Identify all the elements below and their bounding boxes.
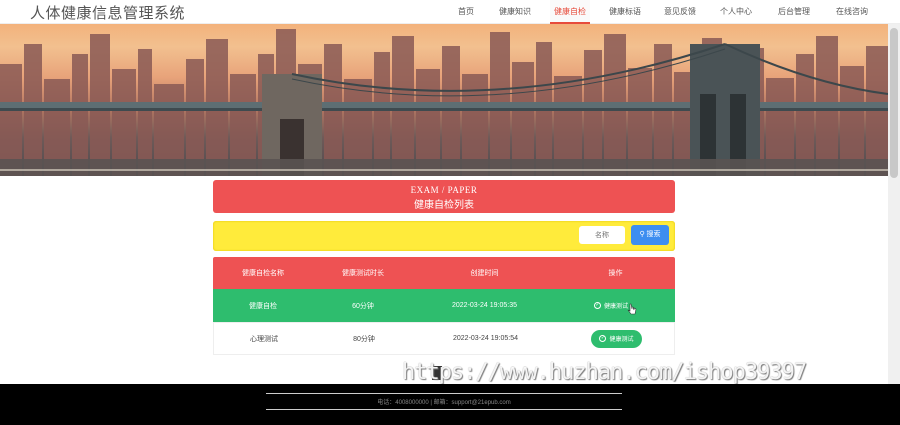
header-name: 健康自检名称	[242, 270, 284, 277]
table-row: 健康自检 60分钟 2022-03-24 19:05:35 ✓ 健康测试	[213, 289, 675, 322]
search-input[interactable]	[579, 226, 625, 244]
nav-item-online-consult[interactable]: 在线咨询	[830, 0, 874, 24]
row-name: 健康自检	[249, 302, 277, 310]
page-scrollbar[interactable]	[888, 24, 900, 384]
nav-item-health-knowledge[interactable]: 健康知识	[495, 0, 535, 24]
check-circle-icon: ✓	[593, 302, 601, 309]
footer-divider	[266, 409, 622, 410]
watermark-text: https://www.huzhan.com/ishop39397	[402, 360, 807, 385]
row-created: 2022-03-24 19:05:35	[452, 302, 517, 309]
search-bar: ⚲ 搜索	[213, 221, 675, 251]
cursor-icon	[627, 303, 637, 314]
row-name: 心理测试	[250, 335, 278, 343]
footer: 电话：4008000000 | 邮箱：support@21epub.com	[0, 384, 900, 425]
health-test-label: 健康测试	[603, 304, 628, 310]
nav-item-personal-center[interactable]: 个人中心	[716, 0, 756, 24]
footer-contact: 电话：4008000000 | 邮箱：support@21epub.com	[377, 400, 511, 406]
scrollbar-thumb[interactable]	[890, 28, 898, 178]
heading-chinese: 健康自检列表	[414, 200, 474, 211]
nav-item-health-slogans[interactable]: 健康标语	[605, 0, 645, 24]
health-test-button[interactable]: ✓ 健康测试	[586, 298, 645, 314]
top-nav-bar: 人体健康信息管理系统 首页 健康知识 健康自检 健康标语 意见反馈 个人中心 后…	[0, 0, 900, 24]
search-icon: ⚲	[639, 231, 645, 238]
row-duration: 60分钟	[352, 302, 374, 310]
section-heading: EXAM / PAPER 健康自检列表	[213, 180, 675, 213]
nav-item-admin[interactable]: 后台管理	[772, 0, 816, 24]
footer-divider	[266, 393, 622, 394]
header-action: 操作	[608, 270, 623, 277]
nav-item-health-self-check[interactable]: 健康自检	[550, 0, 590, 24]
self-check-table: 健康自检名称 健康测试时长 创建时间 操作 健康自检 60分钟 2022-03-…	[213, 257, 675, 355]
banner-cityscape	[0, 29, 888, 176]
banner-image	[0, 24, 888, 176]
row-duration: 80分钟	[353, 335, 375, 343]
header-created: 创建时间	[470, 270, 499, 277]
check-circle-icon: ✓	[599, 335, 607, 342]
row-created: 2022-03-24 19:05:54	[453, 335, 518, 342]
heading-english: EXAM / PAPER	[410, 185, 478, 195]
table-header: 健康自检名称 健康测试时长 创建时间 操作	[213, 257, 675, 289]
health-test-label: 健康测试	[609, 337, 634, 343]
table-row: 心理测试 80分钟 2022-03-24 19:05:54 ✓ 健康测试	[213, 322, 675, 355]
search-button-label: 搜索	[646, 231, 661, 238]
header-duration: 健康测试时长	[342, 270, 384, 277]
search-button[interactable]: ⚲ 搜索	[631, 225, 669, 245]
health-test-button[interactable]: ✓ 健康测试	[591, 329, 642, 348]
site-title: 人体健康信息管理系统	[30, 5, 186, 22]
nav-item-feedback[interactable]: 意见反馈	[660, 0, 700, 24]
nav-item-home[interactable]: 首页	[452, 0, 480, 24]
